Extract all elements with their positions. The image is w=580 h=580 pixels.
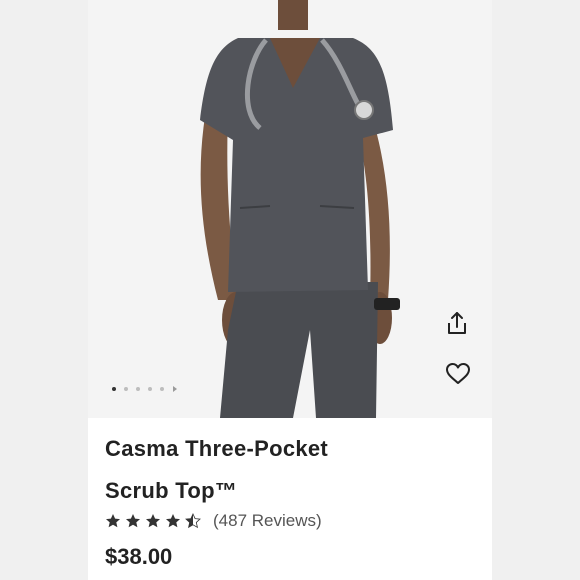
review-count-link[interactable]: (487 Reviews): [213, 511, 322, 531]
carousel-dot[interactable]: [160, 387, 164, 391]
product-rating[interactable]: (487 Reviews): [105, 511, 322, 531]
product-title-line: Casma Three-Pocket: [105, 436, 329, 461]
star-icon: [185, 513, 201, 529]
image-carousel-dots[interactable]: [112, 386, 177, 392]
model-illustration: [200, 0, 400, 418]
carousel-next-icon[interactable]: [173, 386, 177, 392]
star-icon: [166, 514, 180, 528]
star-icon: [126, 514, 140, 528]
product-card: Casma Three-Pocket Scrub Top™ (487 Revie…: [88, 0, 492, 580]
product-title: Casma Three-Pocket Scrub Top™: [105, 428, 465, 512]
share-button[interactable]: [445, 310, 473, 338]
left-margin: [0, 0, 88, 580]
favorite-button[interactable]: [445, 362, 473, 390]
product-price: $38.00: [105, 544, 173, 569]
carousel-dot[interactable]: [124, 387, 128, 391]
share-icon: [448, 312, 466, 334]
screenshot-frame: Casma Three-Pocket Scrub Top™ (487 Revie…: [0, 0, 580, 580]
carousel-dot[interactable]: [112, 387, 116, 391]
heart-icon: [446, 363, 470, 384]
carousel-dot[interactable]: [148, 387, 152, 391]
star-icon: [106, 514, 120, 528]
product-title-line: Scrub Top™: [105, 478, 238, 503]
rating-stars: [105, 513, 201, 529]
carousel-dot[interactable]: [136, 387, 140, 391]
star-icon: [146, 514, 160, 528]
product-image[interactable]: [88, 0, 492, 418]
right-margin: [492, 0, 580, 580]
